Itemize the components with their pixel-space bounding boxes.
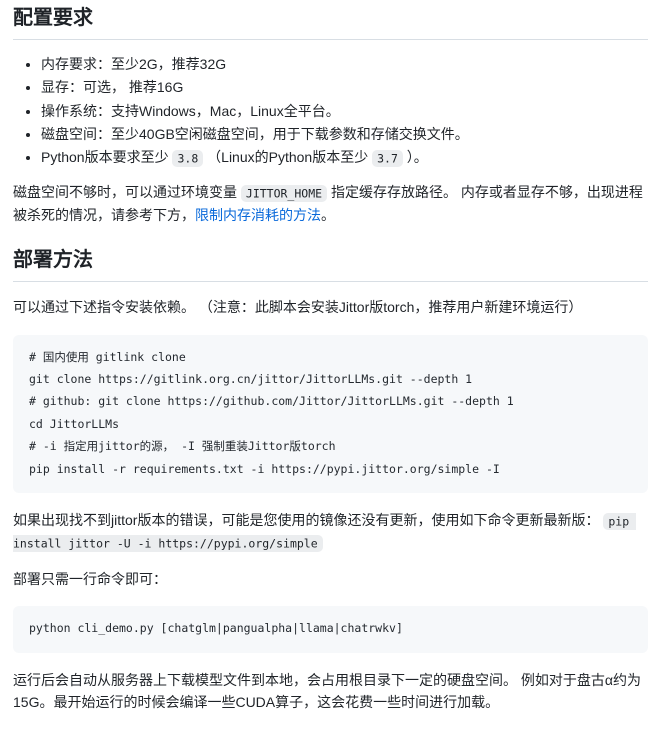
list-item-disk: 磁盘空间：至少40GB空闲磁盘空间，用于下载参数和存储交换文件。 bbox=[41, 124, 648, 144]
model-download-paragraph: 运行后会自动从服务器上下载模型文件到本地，会占用根目录下一定的硬盘空间。 例如对… bbox=[13, 671, 641, 710]
install-code-text: # 国内使用 gitlink clone git clone https://g… bbox=[29, 349, 514, 476]
inline-code-linux-python-version: 3.7 bbox=[372, 149, 403, 167]
update-note-text: 如果出现找不到jittor版本的错误，可能是您使用的镜像还没有更新，使用如下命令… bbox=[13, 512, 600, 528]
section-heading-requirements: 配置要求 bbox=[13, 6, 648, 40]
readme-content: 配置要求 内存要求：至少2G，推荐32G 显存：可选， 推荐16G 操作系统：支… bbox=[0, 0, 670, 737]
requirements-list: 内存要求：至少2G，推荐32G 显存：可选， 推荐16G 操作系统：支持Wind… bbox=[13, 54, 648, 167]
section-heading-deployment: 部署方法 bbox=[13, 248, 648, 283]
inline-code-python-min-version: 3.8 bbox=[172, 149, 204, 167]
list-item-os: 操作系统：支持Windows，Mac，Linux全平台。 bbox=[41, 101, 648, 121]
list-item-vram: 显存：可选， 推荐16G bbox=[41, 77, 648, 97]
inline-code-jittor-home-env: JITTOR_HOME bbox=[240, 184, 328, 202]
memory-limit-method-link[interactable]: 限制内存消耗的方法 bbox=[195, 207, 321, 223]
list-item-python: Python版本要求至少 3.8 （Linux的Python版本至少 3.7 ）… bbox=[41, 147, 648, 167]
list-item-memory: 内存要求：至少2G，推荐32G bbox=[41, 54, 648, 74]
one-line-command-paragraph: 部署只需一行命令即可： bbox=[13, 570, 167, 587]
python-version-text: Python版本要求至少 bbox=[41, 149, 169, 166]
run-code-text: python cli_demo.py [chatglm|pangualpha|l… bbox=[29, 621, 403, 636]
install-code-block: # 国内使用 gitlink clone git clone https://g… bbox=[13, 334, 648, 493]
disk-space-note-paragraph: 磁盘空间不够时，可以通过环境变量 JITTOR_HOME 指定缓存存放路径。 内… bbox=[13, 181, 648, 226]
run-code-block: python cli_demo.py [chatglm|pangualpha|l… bbox=[13, 606, 648, 653]
jittor-update-paragraph: 如果出现找不到jittor版本的错误，可能是您使用的镜像还没有更新，使用如下命令… bbox=[13, 509, 648, 554]
python-version-linux-text: （Linux的Python版本至少 bbox=[207, 149, 369, 166]
disk-note-text-1: 磁盘空间不够时，可以通过环境变量 bbox=[13, 184, 237, 201]
disk-note-text-3: 。 bbox=[321, 206, 335, 223]
deployment-intro-paragraph: 可以通过下述指令安装依赖。 （注意：此脚本会安装Jittor版torch，推荐用… bbox=[13, 299, 583, 316]
python-version-text-end: ）。 bbox=[406, 149, 428, 166]
